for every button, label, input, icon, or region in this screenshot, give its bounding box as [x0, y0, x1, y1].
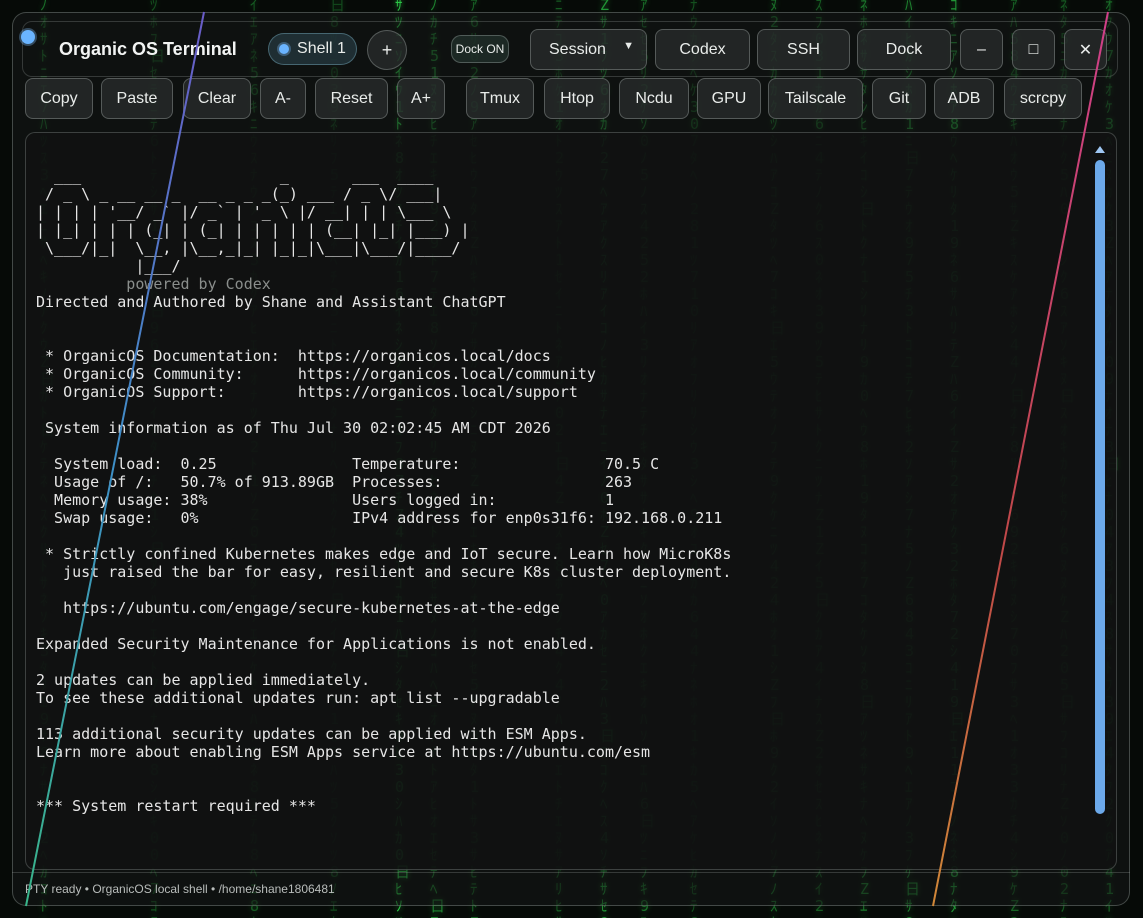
terminal-line: just raised the bar for easy, resilient …	[36, 563, 732, 581]
terminal-line: Expanded Security Maintenance for Applic…	[36, 635, 596, 653]
status-dot-icon	[21, 30, 35, 44]
powered-by-line: powered by Codex	[36, 275, 271, 293]
terminal-line: Learn more about enabling ESM Apps servi…	[36, 743, 651, 761]
banner-line: |___/	[36, 257, 181, 275]
add-tab-button[interactable]: +	[367, 30, 407, 70]
terminal-line: Memory usage: 38% Users logged in: 1	[36, 491, 614, 509]
close-button[interactable]: ✕	[1064, 29, 1107, 70]
dock-button[interactable]: Dock	[857, 29, 951, 70]
adb-button[interactable]: ADB	[934, 78, 994, 119]
banner-line: / _ \ _ __ __ _ __ _ _ _(_) ___ / _ \/ _…	[36, 185, 443, 203]
banner-line: \___/|_| \__, |\__,_|_| |_|_|\___|\___/|…	[36, 239, 461, 257]
tab-shell-1[interactable]: Shell 1	[268, 33, 357, 65]
terminal-line: To see these additional updates run: apt…	[36, 689, 560, 707]
tmux-button[interactable]: Tmux	[466, 78, 534, 119]
terminal-line: Usage of /: 50.7% of 913.89GB Processes:…	[36, 473, 633, 491]
terminal-line: System load: 0.25 Temperature: 70.5 C	[36, 455, 660, 473]
gpu-button[interactable]: GPU	[697, 78, 761, 119]
terminal-output[interactable]: ___ _ ___ ____ / _ \ _ __ __ _ __ _ _ _(…	[25, 132, 1117, 870]
terminal-line: *** System restart required ***	[36, 797, 316, 815]
terminal-line: Web console: https://nova-core:9090/ or …	[36, 869, 731, 870]
terminal-line: Directed and Authored by Shane and Assis…	[36, 293, 506, 311]
banner-line: ___ _ ___ ____	[36, 167, 443, 185]
scroll-up-arrow-icon[interactable]	[1095, 146, 1105, 153]
htop-button[interactable]: Htop	[544, 78, 610, 119]
terminal-line: https://ubuntu.com/engage/secure-kuberne…	[36, 599, 560, 617]
session-select[interactable]: Session ▼	[530, 29, 647, 70]
ssh-button[interactable]: SSH	[757, 29, 850, 70]
copy-button[interactable]: Copy	[25, 78, 93, 119]
font-increase-button[interactable]: A+	[397, 78, 445, 119]
scrcpy-button[interactable]: scrcpy	[1004, 78, 1082, 119]
banner-line: | | | | '__/ _` |/ _` | '_ \ |/ __| | | …	[36, 203, 452, 221]
ncdu-button[interactable]: Ncdu	[619, 78, 689, 119]
banner-line: | |_| | | | (_| | (_| | | | | | (__| |_|…	[36, 221, 470, 239]
terminal-text: ___ _ ___ ____ / _ \ _ __ __ _ __ _ _ _(…	[36, 167, 732, 870]
terminal-line: System information as of Thu Jul 30 02:0…	[36, 419, 551, 437]
font-decrease-button[interactable]: A-	[260, 78, 306, 119]
terminal-line: * OrganicOS Community: https://organicos…	[36, 365, 596, 383]
clear-button[interactable]: Clear	[183, 78, 251, 119]
terminal-line: * OrganicOS Support: https://organicos.l…	[36, 383, 578, 401]
shell-dot-icon	[279, 44, 290, 54]
minimize-button[interactable]: –	[960, 29, 1003, 70]
git-button[interactable]: Git	[872, 78, 926, 119]
terminal-line: * OrganicOS Documentation: https://organ…	[36, 347, 551, 365]
terminal-line: 2 updates can be applied immediately.	[36, 671, 371, 689]
status-divider	[12, 872, 1130, 873]
scrollbar-thumb[interactable]	[1095, 160, 1105, 814]
reset-button[interactable]: Reset	[315, 78, 388, 119]
terminal-line: * Strictly confined Kubernetes makes edg…	[36, 545, 732, 563]
terminal-scrollbar[interactable]	[1094, 146, 1106, 870]
maximize-button[interactable]: □	[1012, 29, 1055, 70]
tab-shell-1-label: Shell 1	[297, 40, 346, 57]
tailscale-button[interactable]: Tailscale	[768, 78, 863, 119]
terminal-line: Swap usage: 0% IPv4 address for enp0s31f…	[36, 509, 723, 527]
paste-button[interactable]: Paste	[101, 78, 173, 119]
terminal-line: 113 additional security updates can be a…	[36, 725, 587, 743]
window-title: Organic OS Terminal	[59, 39, 237, 59]
status-bar: PTY ready • OrganicOS local shell • /hom…	[25, 882, 335, 896]
chevron-down-icon: ▼	[623, 40, 634, 52]
codex-button[interactable]: Codex	[655, 29, 750, 70]
session-select-value: Session	[549, 40, 606, 58]
dock-toggle-button[interactable]: Dock ON	[451, 35, 509, 63]
